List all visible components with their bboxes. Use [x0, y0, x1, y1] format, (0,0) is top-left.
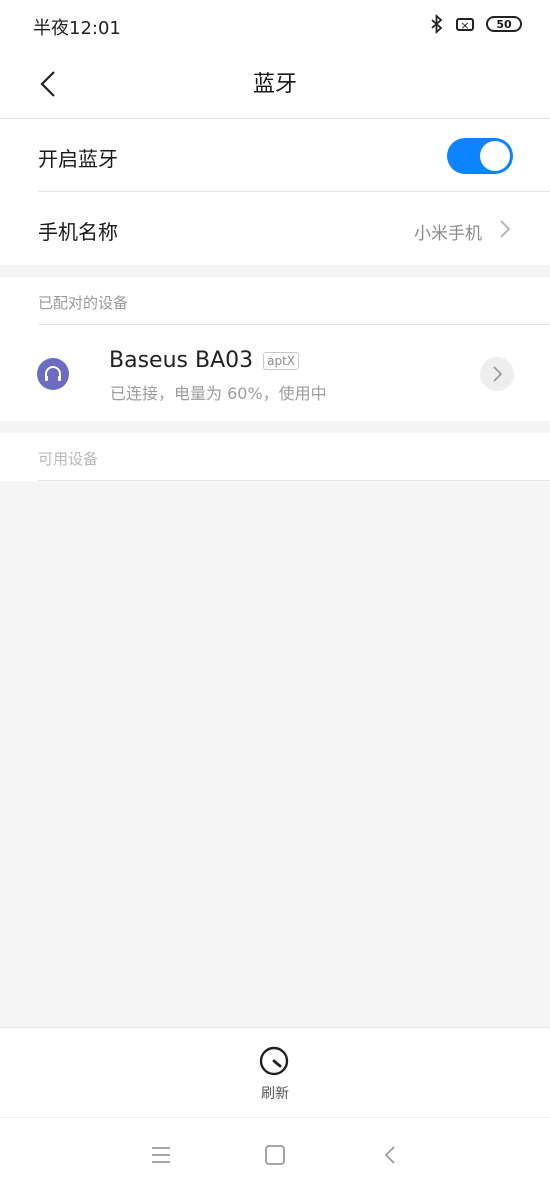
back-icon[interactable]	[380, 1144, 402, 1166]
page-header: 蓝牙	[0, 50, 550, 118]
refresh-button[interactable]: 刷新	[0, 1083, 550, 1103]
paired-device-row[interactable]	[0, 325, 550, 421]
section-gap	[0, 265, 550, 277]
status-bar: 半夜12:01 × 50	[0, 0, 550, 50]
home-icon[interactable]	[264, 1144, 286, 1166]
toggle-knob	[480, 141, 510, 171]
available-section-heading: 可用设备	[38, 450, 99, 468]
battery-icon: 50	[486, 16, 522, 32]
bottom-action-bar: 刷新	[0, 1027, 550, 1118]
available-devices-list	[0, 481, 550, 1027]
chevron-right-icon	[500, 220, 511, 238]
bluetooth-icon	[431, 14, 443, 34]
status-icons: × 50	[430, 14, 522, 34]
menu-icon[interactable]	[150, 1144, 172, 1166]
status-time: 半夜12:01	[33, 18, 121, 39]
paired-section-heading: 已配对的设备	[38, 294, 129, 312]
phone-name-value: 小米手机	[414, 224, 482, 244]
bluetooth-toggle-row[interactable]: 开启蓝牙	[0, 119, 550, 191]
section-gap	[0, 421, 550, 433]
chevron-right-icon	[493, 366, 503, 382]
headset-icon	[37, 358, 69, 390]
phone-name-label: 手机名称	[38, 220, 118, 244]
no-sim-icon: ×	[456, 17, 474, 31]
codec-tag: aptX	[263, 351, 300, 370]
device-name-line: Baseus BA03 aptX	[109, 348, 300, 373]
device-details-button[interactable]	[480, 357, 514, 391]
device-name: Baseus BA03	[109, 348, 254, 373]
bluetooth-toggle[interactable]	[447, 138, 513, 174]
page-title: 蓝牙	[252, 72, 297, 97]
refresh-icon[interactable]	[258, 1045, 290, 1077]
system-nav-bar	[0, 1117, 550, 1192]
phone-name-row[interactable]: 手机名称 小米手机	[0, 192, 550, 264]
bluetooth-toggle-label: 开启蓝牙	[38, 147, 118, 171]
device-status: 已连接，电量为 60%，使用中	[110, 384, 327, 403]
